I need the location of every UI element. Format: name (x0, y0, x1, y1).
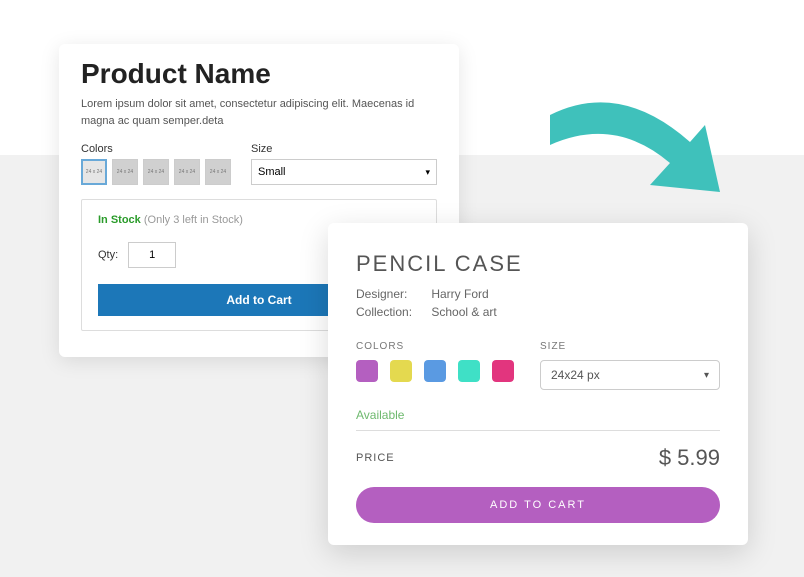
color-swatch[interactable]: 24 x 24 (205, 159, 231, 185)
color-swatches: 24 x 24 24 x 24 24 x 24 24 x 24 24 x 24 (81, 159, 231, 185)
product-title: Product Name (81, 58, 437, 90)
size-label: Size (251, 143, 437, 155)
stock-status: In Stock (98, 214, 141, 226)
availability: Available (356, 408, 720, 431)
arrow-icon (540, 90, 740, 210)
designer-value: Harry Ford (431, 287, 488, 301)
product-description: Lorem ipsum dolor sit amet, consectetur … (81, 96, 437, 129)
color-swatch[interactable]: 24 x 24 (112, 159, 138, 185)
color-swatch[interactable]: 24 x 24 (174, 159, 200, 185)
size-label: SIZE (540, 341, 720, 352)
color-dot[interactable] (356, 360, 378, 382)
qty-label: Qty: (98, 249, 118, 261)
color-dot[interactable] (424, 360, 446, 382)
colors-label: COLORS (356, 341, 514, 352)
collection-key: Collection: (356, 305, 428, 319)
colors-label: Colors (81, 143, 231, 155)
price-label: PRICE (356, 452, 395, 464)
color-dots (356, 360, 514, 382)
designer-key: Designer: (356, 287, 428, 301)
chevron-down-icon: ▾ (425, 167, 430, 178)
color-swatch[interactable]: 24 x 24 (143, 159, 169, 185)
qty-input[interactable] (128, 242, 176, 268)
product-card-styled: PENCIL CASE Designer: Harry Ford Collect… (328, 223, 748, 545)
color-swatch[interactable]: 24 x 24 (81, 159, 107, 185)
size-value: 24x24 px (551, 368, 600, 382)
collection-value: School & art (431, 305, 496, 319)
color-dot[interactable] (458, 360, 480, 382)
size-value: Small (258, 166, 286, 178)
size-select[interactable]: 24x24 px ▾ (540, 360, 720, 390)
size-select[interactable]: Small ▾ (251, 159, 437, 185)
price-value: $ 5.99 (659, 445, 720, 471)
add-to-cart-button[interactable]: ADD TO CART (356, 487, 720, 523)
designer-row: Designer: Harry Ford (356, 287, 720, 301)
collection-row: Collection: School & art (356, 305, 720, 319)
color-dot[interactable] (390, 360, 412, 382)
chevron-down-icon: ▾ (704, 370, 709, 381)
color-dot[interactable] (492, 360, 514, 382)
stock-note: (Only 3 left in Stock) (144, 214, 243, 226)
product-title: PENCIL CASE (356, 251, 720, 277)
